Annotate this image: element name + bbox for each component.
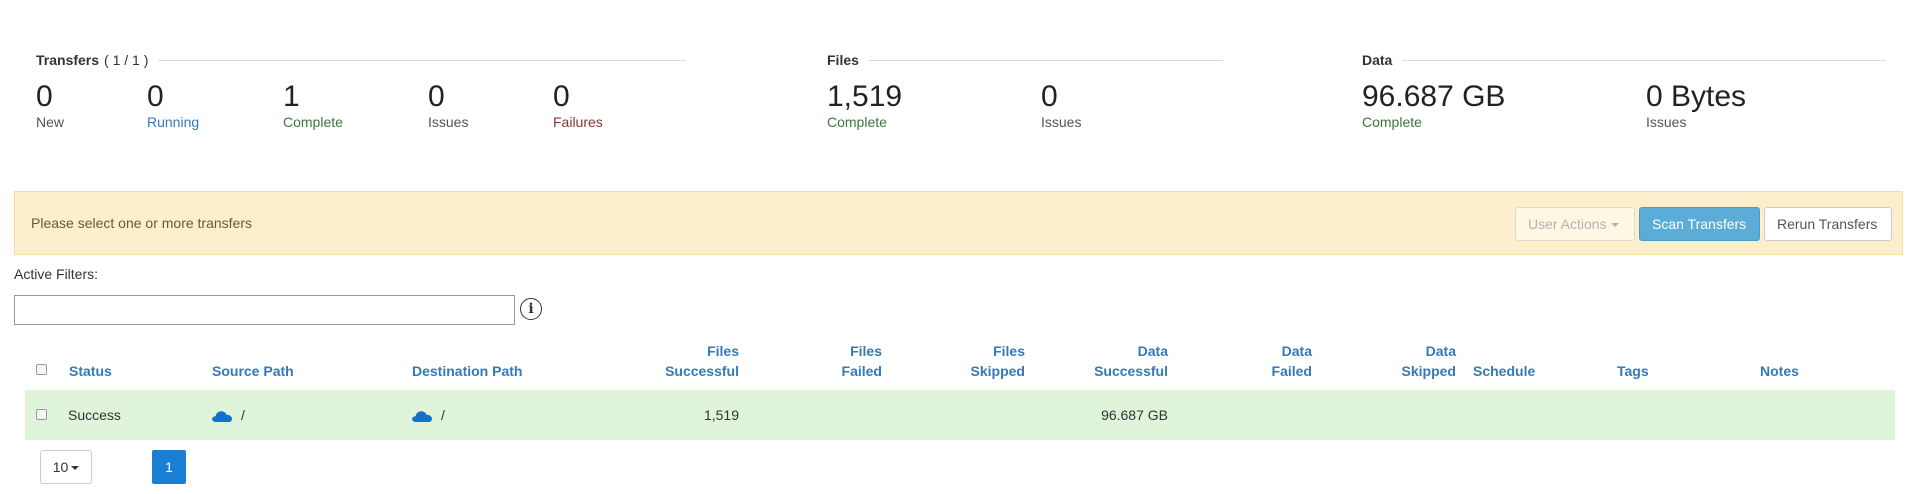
- page-size-value: 10: [52, 459, 69, 475]
- stat-value: 0: [36, 80, 53, 113]
- divider: [1402, 59, 1886, 61]
- rerun-transfers-button[interactable]: Rerun Transfers: [1764, 207, 1892, 241]
- stat-value: 0: [428, 80, 445, 113]
- stat-new[interactable]: 0 New: [36, 80, 64, 130]
- files-summary-header: Files: [827, 50, 1223, 70]
- stat-files-complete[interactable]: 1,519 Complete: [827, 80, 902, 130]
- header-status[interactable]: Status: [69, 361, 112, 381]
- header-files-successful[interactable]: Files Successful: [600, 341, 739, 381]
- page-size-dropdown[interactable]: 10: [40, 450, 92, 484]
- header-destination-path[interactable]: Destination Path: [412, 361, 522, 381]
- stat-value: 1,519: [827, 80, 903, 113]
- transfers-title: Transfers: [36, 52, 100, 68]
- header-line: Files: [707, 343, 739, 359]
- data-summary: Data 96.687 GB Complete 0 Bytes Issues: [1362, 50, 1886, 130]
- user-actions-dropdown[interactable]: User Actions: [1515, 207, 1635, 241]
- divider: [158, 59, 686, 61]
- header-source-path[interactable]: Source Path: [212, 361, 294, 381]
- stat-label: Running: [147, 114, 200, 130]
- header-line: Files: [850, 343, 882, 359]
- header-files-skipped[interactable]: Files Skipped: [900, 341, 1025, 381]
- row-source-path: /: [241, 407, 245, 423]
- stat-complete[interactable]: 1 Complete: [283, 80, 343, 130]
- caret-down-icon: [71, 466, 80, 471]
- stat-files-issues[interactable]: 0 Issues: [1041, 80, 1081, 130]
- header-data-skipped[interactable]: Data Skipped: [1330, 341, 1456, 381]
- stat-failures[interactable]: 0 Failures: [553, 80, 603, 130]
- header-schedule[interactable]: Schedule: [1473, 361, 1535, 381]
- header-line: Skipped: [1401, 363, 1456, 379]
- stat-label: Issues: [1041, 114, 1082, 130]
- row-status: Success: [68, 407, 121, 423]
- stat-label: Issues: [428, 114, 469, 130]
- header-line: Failed: [841, 363, 882, 379]
- header-line: Data: [1425, 343, 1456, 359]
- onedrive-cloud-icon: [212, 411, 232, 422]
- header-notes[interactable]: Notes: [1760, 361, 1799, 381]
- stat-value: 0: [147, 80, 164, 113]
- scan-transfers-button[interactable]: Scan Transfers: [1639, 207, 1760, 241]
- stat-label: New: [36, 114, 65, 130]
- stat-value: 0 Bytes: [1646, 80, 1747, 113]
- select-all-checkbox[interactable]: [36, 364, 47, 375]
- files-summary: Files 1,519 Complete 0 Issues: [827, 50, 1223, 130]
- header-line: Files: [993, 343, 1025, 359]
- header-tags[interactable]: Tags: [1617, 361, 1649, 381]
- row-data-successful: 96.687 GB: [1101, 407, 1168, 423]
- header-line: Failed: [1271, 363, 1312, 379]
- files-title: Files: [827, 52, 859, 68]
- stat-value: 0: [553, 80, 570, 113]
- stat-label: Complete: [827, 114, 887, 130]
- stat-running[interactable]: 0 Running: [147, 80, 199, 130]
- stat-label: Complete: [283, 114, 343, 130]
- transfers-count: ( 1 / 1 ): [104, 52, 149, 68]
- row-files-successful: 1,519: [703, 407, 739, 423]
- row-checkbox[interactable]: [36, 409, 47, 420]
- header-line: Successful: [1094, 363, 1168, 379]
- transfers-dashboard: Transfers ( 1 / 1 ) 0 New 0 Running 1 Co…: [0, 0, 1919, 494]
- active-filters-label: Active Filters:: [14, 266, 99, 282]
- row-destination-path: /: [441, 407, 445, 423]
- stat-value: 96.687 GB: [1362, 80, 1506, 113]
- header-line: Successful: [665, 363, 739, 379]
- stat-issues[interactable]: 0 Issues: [428, 80, 468, 130]
- user-actions-label: User Actions: [1528, 216, 1607, 232]
- caret-down-icon: [1610, 223, 1619, 228]
- stat-label: Issues: [1646, 114, 1687, 130]
- header-data-failed[interactable]: Data Failed: [1190, 341, 1312, 381]
- alert-message: Please select one or more transfers: [31, 215, 252, 231]
- header-line: Data: [1281, 343, 1312, 359]
- onedrive-cloud-icon: [412, 411, 432, 422]
- transfers-summary-header: Transfers ( 1 / 1 ): [36, 50, 686, 70]
- selection-alert: Please select one or more transfers User…: [14, 191, 1903, 255]
- data-summary-header: Data: [1362, 50, 1886, 70]
- filter-input[interactable]: [14, 295, 515, 325]
- stat-data-complete[interactable]: 96.687 GB Complete: [1362, 80, 1505, 130]
- stat-label: Failures: [553, 114, 603, 130]
- divider: [868, 59, 1223, 61]
- table-row[interactable]: [25, 390, 1895, 440]
- header-files-failed[interactable]: Files Failed: [760, 341, 882, 381]
- data-title: Data: [1362, 52, 1393, 68]
- header-line: Data: [1137, 343, 1168, 359]
- info-icon[interactable]: i: [520, 298, 542, 320]
- header-line: Skipped: [970, 363, 1025, 379]
- header-data-successful[interactable]: Data Successful: [1040, 341, 1168, 381]
- transfers-summary: Transfers ( 1 / 1 ) 0 New 0 Running 1 Co…: [36, 50, 686, 130]
- stat-value: 0: [1041, 80, 1058, 113]
- stat-data-issues[interactable]: 0 Bytes Issues: [1646, 80, 1746, 130]
- stat-label: Complete: [1362, 114, 1422, 130]
- stat-value: 1: [283, 80, 300, 113]
- page-button-current[interactable]: 1: [152, 450, 186, 484]
